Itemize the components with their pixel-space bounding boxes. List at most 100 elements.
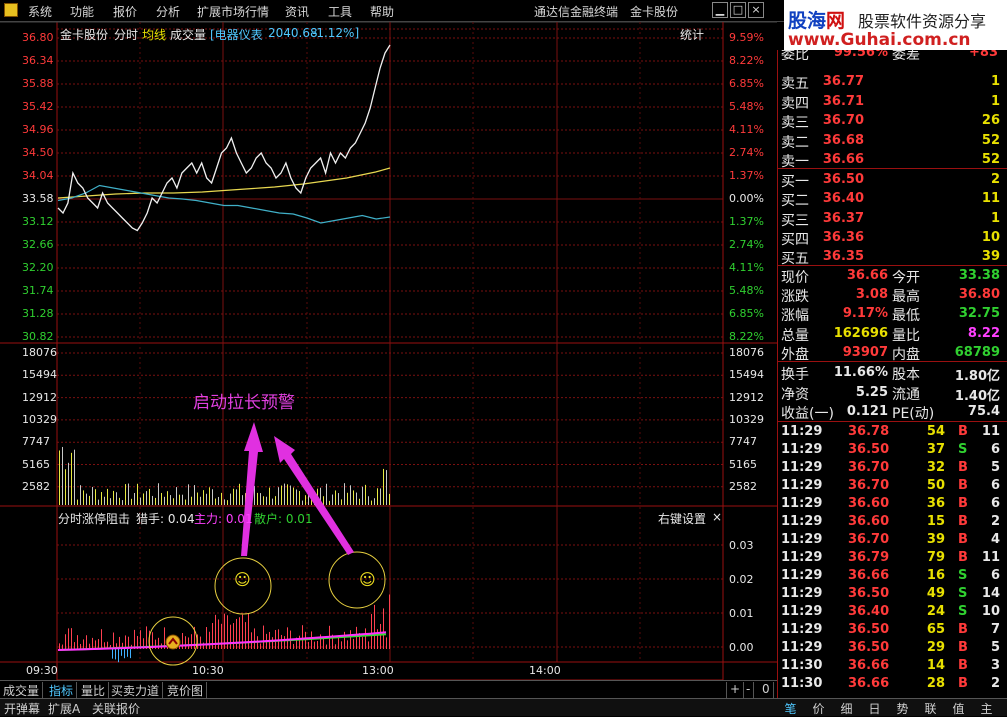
danmaku-button[interactable]: 开弹幕 bbox=[4, 700, 40, 717]
tick-count: 6 bbox=[990, 496, 1000, 511]
vol-axis-label: 12912 bbox=[22, 390, 57, 404]
stats-button[interactable]: 统计 bbox=[680, 26, 704, 43]
menu-tools[interactable]: 工具 bbox=[328, 3, 352, 20]
tab-volume-ratio[interactable]: 量比 bbox=[78, 682, 110, 698]
menu-help[interactable]: 帮助 bbox=[370, 3, 394, 20]
indicator-settings[interactable]: 右键设置 bbox=[658, 510, 706, 527]
tick-row: 11:29 36.40 24 S 10 bbox=[778, 603, 1007, 621]
pct-axis-label: 0.00% bbox=[729, 192, 764, 205]
pct-axis-label: 4.11% bbox=[729, 123, 764, 136]
quote-panel: 委比 99.56% 委差 +83 卖五 36.77 1 卖四 36.71 1 卖三 36.70… bbox=[777, 50, 1007, 698]
tick-count: 11 bbox=[981, 424, 1000, 439]
tick-volume: 54 bbox=[926, 424, 945, 439]
sell-price: 36.77 bbox=[822, 74, 864, 89]
tick-direction: B bbox=[958, 496, 968, 511]
quote-row: 买三 36.37 1 bbox=[778, 209, 1007, 229]
right-tab[interactable]: 日 bbox=[862, 700, 887, 717]
indicator-close-icon[interactable]: × bbox=[712, 510, 722, 524]
extended-a-button[interactable]: 扩展A bbox=[48, 700, 80, 717]
quote-row: 买五 36.35 39 bbox=[778, 247, 1007, 267]
tick-volume: 65 bbox=[926, 622, 945, 637]
right-tab[interactable]: 值 bbox=[946, 700, 971, 717]
price-axis-label: 33.58 bbox=[22, 192, 54, 205]
tab-buy-sell-power[interactable]: 买卖力道 bbox=[108, 682, 164, 698]
zoom-in-button[interactable]: + bbox=[726, 682, 745, 698]
quote-row: 卖一 36.66 52 bbox=[778, 150, 1007, 170]
tick-count: 5 bbox=[990, 460, 1000, 475]
price-axis-label: 35.42 bbox=[22, 100, 54, 113]
menu-analysis[interactable]: 分析 bbox=[156, 3, 180, 20]
index-change: -1.12%] bbox=[312, 26, 360, 40]
buy-volume: 10 bbox=[981, 229, 1000, 245]
annotation-text: 启动拉长预警 bbox=[193, 393, 295, 413]
chart-canvas bbox=[0, 22, 777, 680]
ind-axis-label: 0.01 bbox=[729, 607, 754, 620]
reset-button[interactable]: 0 bbox=[759, 682, 774, 698]
menu-function[interactable]: 功能 bbox=[70, 3, 94, 20]
tick-price: 36.70 bbox=[848, 532, 890, 547]
buy-price: 36.40 bbox=[822, 191, 864, 207]
indicator-retail: 散户: 0.01 bbox=[254, 512, 313, 526]
tick-time: 11:29 bbox=[781, 604, 823, 619]
sell-volume: 26 bbox=[981, 113, 1000, 128]
price-axis-label: 34.50 bbox=[22, 146, 54, 159]
buy-level-label: 买一 bbox=[781, 174, 809, 190]
vol-axis-label-right: 2582 bbox=[729, 479, 757, 493]
tick-direction: B bbox=[958, 676, 968, 691]
tab-auction[interactable]: 竞价图 bbox=[164, 682, 208, 698]
chart-avg-label[interactable]: 均线 bbox=[142, 26, 166, 43]
right-tab[interactable]: 笔 bbox=[778, 700, 803, 717]
tick-count: 2 bbox=[990, 514, 1000, 529]
stat-value: 8.22 bbox=[967, 325, 1000, 341]
tick-count: 4 bbox=[990, 532, 1000, 547]
menu-system[interactable]: 系统 bbox=[28, 3, 52, 20]
right-tab[interactable]: 联 bbox=[918, 700, 943, 717]
price-axis-label: 32.20 bbox=[22, 261, 54, 274]
tick-row: 11:29 36.60 15 B 2 bbox=[778, 513, 1007, 531]
sell-volume: 1 bbox=[990, 74, 1000, 89]
vol-axis-label-right: 12912 bbox=[729, 390, 764, 404]
tick-time: 11:29 bbox=[781, 514, 823, 529]
broker-title: 通达信金融终端 bbox=[534, 5, 619, 19]
tick-price: 36.66 bbox=[848, 568, 890, 583]
right-tab[interactable]: 价 bbox=[806, 700, 831, 717]
pct-axis-label: 1.37% bbox=[729, 169, 764, 182]
stat-value: 36.80 bbox=[958, 287, 1000, 303]
tick-price: 36.79 bbox=[848, 550, 890, 565]
tick-row: 11:29 36.70 39 B 4 bbox=[778, 531, 1007, 549]
right-tab[interactable]: 细 bbox=[834, 700, 859, 717]
maximize-button[interactable]: □ bbox=[730, 2, 746, 18]
tick-price: 36.40 bbox=[848, 604, 890, 619]
right-tab[interactable]: 主 bbox=[974, 700, 999, 717]
menu-news[interactable]: 资讯 bbox=[285, 3, 309, 20]
quote-row: 换手 11.66% 股本 1.80亿 bbox=[778, 363, 1007, 384]
time-label: 13:00 bbox=[362, 664, 394, 677]
related-quote-button[interactable]: 关联报价 bbox=[92, 700, 140, 717]
tick-volume: 36 bbox=[926, 496, 945, 511]
minimize-button[interactable]: ▁ bbox=[712, 2, 728, 18]
tab-volume[interactable]: 成交量 bbox=[0, 682, 44, 698]
chart-vol-label[interactable]: 成交量 bbox=[170, 26, 206, 43]
right-tab[interactable]: 势 bbox=[890, 700, 915, 717]
intraday-chart[interactable]: 金卡股份 分时 均线 成交量 [电器仪表 2040.68 -1.12%] 统计 … bbox=[0, 22, 777, 680]
zoom-out-button[interactable]: - bbox=[743, 682, 755, 698]
buy-volume: 2 bbox=[990, 172, 1000, 187]
menu-quote[interactable]: 报价 bbox=[113, 3, 137, 20]
tab-indicator[interactable]: 指标 bbox=[46, 682, 78, 698]
tick-count: 11 bbox=[981, 550, 1000, 565]
app-icon[interactable] bbox=[4, 3, 18, 17]
tick-time: 11:29 bbox=[781, 622, 823, 637]
stat-value: 68789 bbox=[954, 344, 1000, 360]
close-button[interactable]: × bbox=[748, 2, 764, 18]
smile-icon: ☺ bbox=[234, 570, 251, 589]
tick-count: 3 bbox=[990, 658, 1000, 673]
stat-label: 最高 bbox=[892, 289, 920, 306]
price-axis-label: 30.82 bbox=[22, 330, 54, 343]
pct-axis-label: 2.74% bbox=[729, 238, 764, 251]
stat-value: 1.40亿 bbox=[954, 388, 1000, 404]
tick-row: 11:29 36.50 49 S 14 bbox=[778, 585, 1007, 603]
ind-axis-label: 0.03 bbox=[729, 539, 754, 552]
tick-row: 11:29 36.50 29 B 5 bbox=[778, 639, 1007, 657]
chart-mode-label[interactable]: 分时 bbox=[114, 26, 138, 43]
menu-extended-market[interactable]: 扩展市场行情 bbox=[197, 3, 269, 20]
